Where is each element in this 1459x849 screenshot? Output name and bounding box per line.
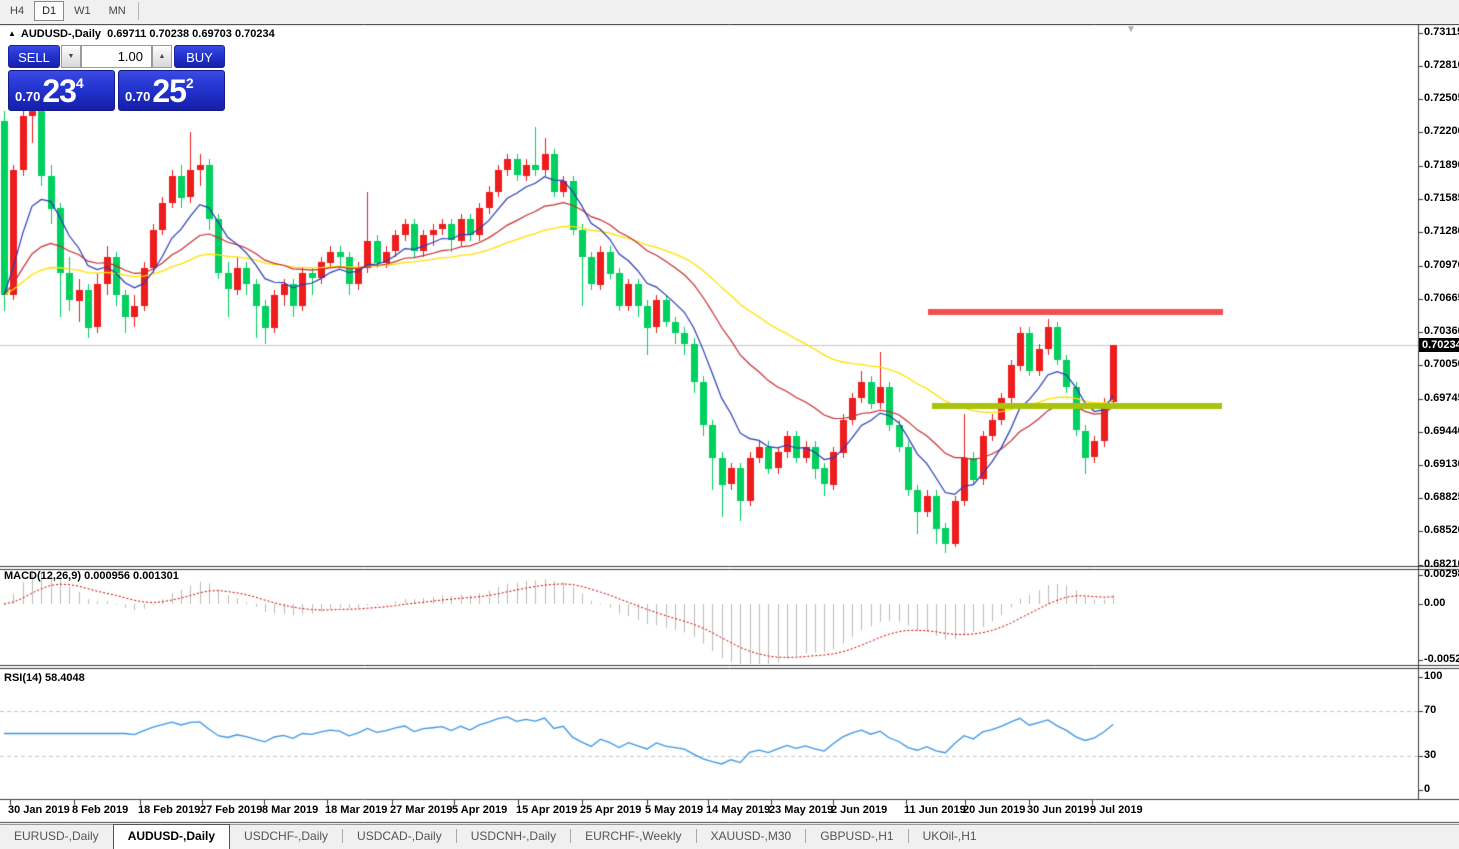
date-axis-label: 9 Jul 2019 — [1090, 804, 1143, 816]
chart-tab[interactable]: EURCHF-,Weekly — [571, 825, 695, 847]
buy-price-button[interactable]: 0.70 25 2 — [118, 70, 225, 111]
date-axis-label: 25 Apr 2019 — [580, 804, 642, 816]
rsi-axis-label: 100 — [1424, 670, 1443, 682]
toolbar-separator — [137, 2, 139, 20]
rsi-indicator-label: RSI(14) 58.4048 — [4, 672, 85, 684]
date-axis-label: 30 Jun 2019 — [1027, 804, 1090, 816]
chart-tab-bar: EURUSD-,Daily AUDUSD-,Daily USDCHF-,Daily U… — [0, 824, 1459, 849]
chart-title-symbol: AUDUSD-,Daily — [20, 28, 101, 40]
buy-price-big-digits: 25 — [152, 73, 187, 109]
price-axis-label: 0.70360 — [1424, 324, 1459, 337]
sell-price-prefix: 0.70 — [15, 89, 41, 104]
price-axis-label: 0.68825 — [1424, 491, 1459, 504]
chart-canvas[interactable] — [0, 24, 1459, 824]
price-axis-label: 0.69440 — [1424, 424, 1459, 437]
chart-tab[interactable]: XAUUSD-,M30 — [697, 825, 806, 847]
price-axis-label: 0.69745 — [1424, 391, 1459, 404]
sell-button[interactable]: SELL — [8, 45, 60, 68]
date-axis-label: 11 Jun 2019 — [904, 804, 966, 816]
chart-tab[interactable]: AUDUSD-,Daily — [112, 824, 231, 849]
buy-price-pipette: 2 — [185, 75, 194, 91]
chart-tab[interactable]: GBPUSD-,H1 — [806, 825, 907, 847]
volume-decrease-button[interactable]: ▼ — [61, 45, 81, 68]
date-axis-label: 18 Feb 2019 — [138, 804, 201, 816]
price-axis-label: 0.72505 — [1424, 92, 1459, 105]
timeframe-button-w1[interactable]: W1 — [66, 1, 99, 21]
date-axis-label: 27 Mar 2019 — [390, 804, 453, 816]
timeframe-button-h4[interactable]: H4 — [2, 1, 32, 21]
price-axis-label: 0.70050 — [1424, 358, 1459, 371]
date-axis-label: 20 Jun 2019 — [963, 804, 1026, 816]
date-axis-label: 5 Apr 2019 — [452, 804, 508, 816]
date-axis-label: 15 Apr 2019 — [516, 804, 578, 816]
date-axis-label: 27 Feb 2019 — [200, 804, 263, 816]
date-axis-label: 14 May 2019 — [706, 804, 771, 816]
chart-tab[interactable]: UKOil-,H1 — [909, 825, 991, 847]
chart-tab[interactable]: EURUSD-,Daily — [0, 825, 113, 847]
date-axis-label: 8 Mar 2019 — [262, 804, 319, 816]
date-axis-label: 23 May 2019 — [769, 804, 834, 816]
price-axis-label: 0.72200 — [1424, 125, 1459, 138]
chart-window: ▲ AUDUSD-,Daily 0.69711 0.70238 0.69703 0… — [0, 24, 1459, 824]
chart-tab[interactable]: USDCAD-,Daily — [343, 825, 456, 847]
sell-price-big-digits: 23 — [42, 73, 77, 109]
date-axis-label: 18 Mar 2019 — [325, 804, 388, 816]
chart-tab[interactable]: USDCNH-,Daily — [457, 825, 570, 847]
buy-price-prefix: 0.70 — [125, 89, 151, 104]
chart-title-ohlc: 0.69711 0.70238 0.69703 0.70234 — [107, 28, 275, 40]
macd-axis-label: 0.00 — [1424, 597, 1446, 609]
one-click-trading-panel: SELL ▼ ▲ BUY 0.70 23 4 0.70 25 2 — [8, 45, 225, 111]
auto-scroll-marker-icon[interactable]: ▼ — [1126, 24, 1136, 35]
sell-price-button[interactable]: 0.70 23 4 — [8, 70, 115, 111]
rsi-axis-label: 30 — [1424, 749, 1437, 762]
macd-indicator-label: MACD(12,26,9) 0.000956 0.001301 — [4, 570, 179, 582]
price-axis-label: 0.71585 — [1424, 191, 1459, 204]
sell-price-pipette: 4 — [75, 75, 84, 91]
rsi-axis-label: 70 — [1424, 703, 1437, 716]
chart-tab[interactable]: USDCHF-,Daily — [230, 825, 342, 847]
price-axis-label: 0.72810 — [1424, 59, 1459, 72]
macd-axis-label: 0.002984 — [1424, 568, 1459, 580]
volume-input[interactable] — [81, 45, 152, 68]
volume-increase-button[interactable]: ▲ — [152, 45, 172, 68]
date-axis-label: 8 Feb 2019 — [72, 804, 129, 816]
timeframe-button-d1[interactable]: D1 — [34, 1, 65, 21]
buy-button[interactable]: BUY — [174, 45, 225, 68]
price-axis-label: 0.70970 — [1424, 258, 1459, 271]
price-axis-label: 0.73115 — [1424, 26, 1459, 38]
date-axis-label: 5 May 2019 — [645, 804, 704, 816]
price-axis-label: 0.69130 — [1424, 458, 1459, 471]
timeframe-button-mn[interactable]: MN — [101, 1, 134, 21]
rsi-axis-label: 0 — [1424, 783, 1431, 795]
price-axis-label: 0.70665 — [1424, 291, 1459, 304]
price-axis-label: 0.71890 — [1424, 158, 1459, 171]
current-price-badge: 0.70234 — [1419, 338, 1459, 353]
macd-axis-label: -0.005250 — [1424, 653, 1459, 665]
price-axis-label: 0.68520 — [1424, 524, 1459, 537]
chart-title: ▲ AUDUSD-,Daily 0.69711 0.70238 0.69703 0… — [8, 28, 275, 40]
date-axis-label: 2 Jun 2019 — [831, 804, 888, 816]
price-axis-label: 0.71280 — [1424, 225, 1459, 238]
timeframe-toolbar: H4 D1 W1 MN — [0, 0, 1459, 22]
collapse-triangle-icon[interactable]: ▲ — [8, 29, 16, 38]
date-axis-label: 30 Jan 2019 — [8, 804, 70, 816]
